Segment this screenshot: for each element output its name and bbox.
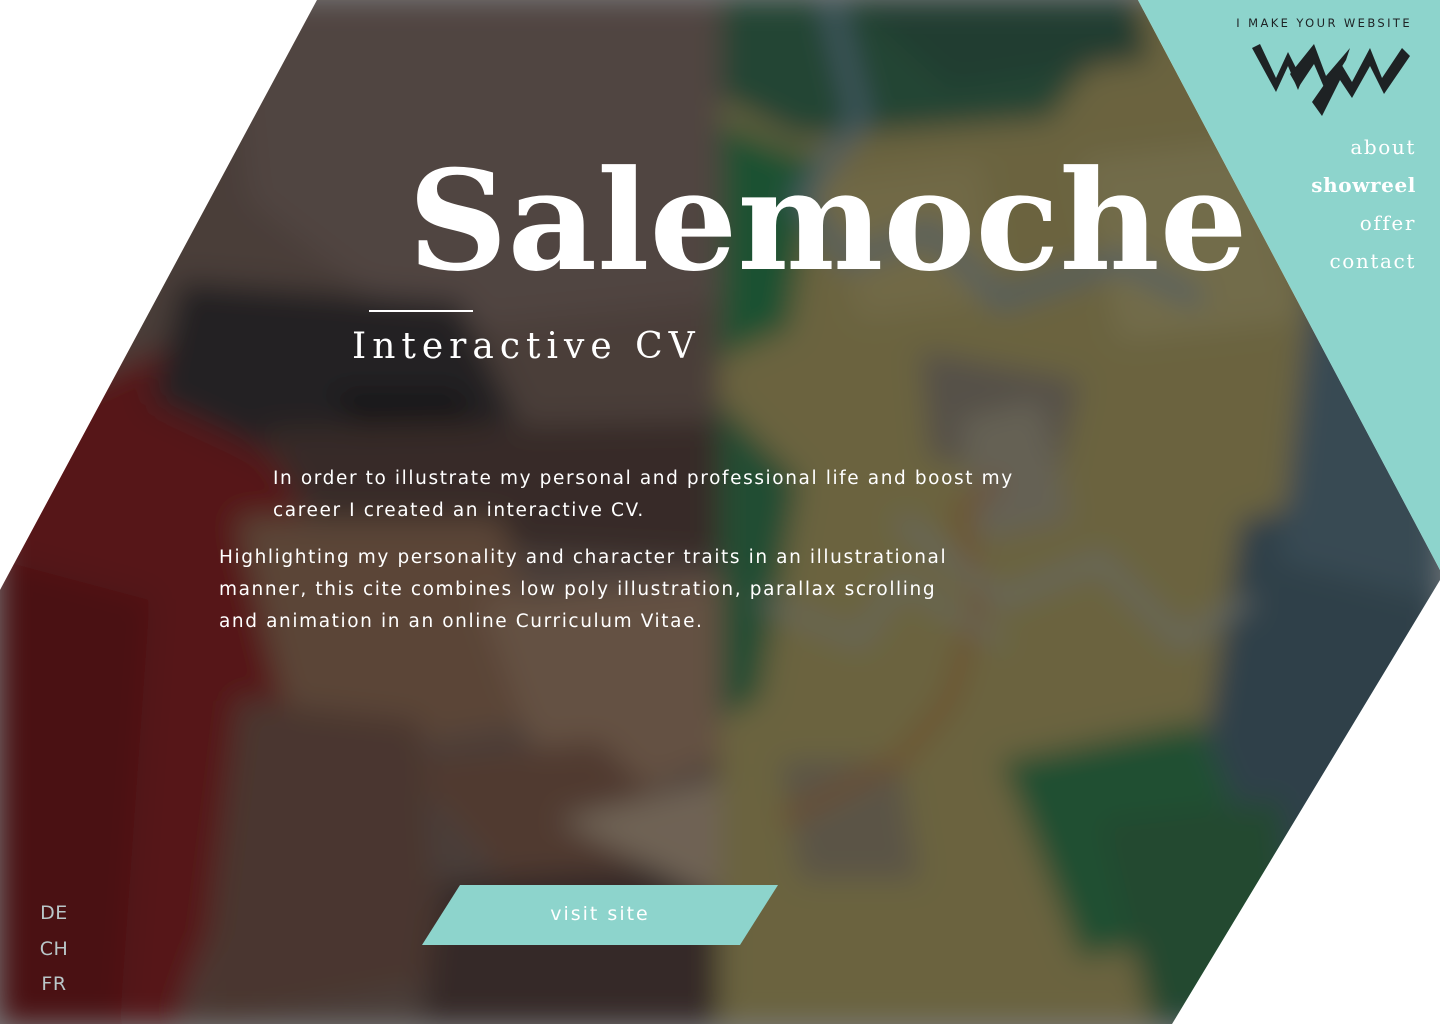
- description-paragraph: Highlighting my personality and characte…: [219, 547, 948, 632]
- nav-item-contact[interactable]: contact: [1311, 242, 1416, 280]
- language-option-de[interactable]: DE: [24, 896, 84, 932]
- visit-site-button[interactable]: visit site: [422, 885, 778, 945]
- nav-item-offer[interactable]: offer: [1311, 204, 1416, 242]
- main-nav: about showreel offer contact: [1311, 128, 1416, 280]
- brand-tagline: I MAKE YOUR WEBSITE: [1236, 16, 1412, 30]
- brand-block: I MAKE YOUR WEBSITE: [1212, 16, 1412, 120]
- imyw-zigzag-logo-icon[interactable]: [1252, 40, 1412, 120]
- language-option-fr[interactable]: FR: [24, 967, 84, 1003]
- page-title: Salemoche: [408, 139, 1248, 302]
- intro-paragraph: In order to illustrate my personal and p…: [273, 468, 1014, 521]
- nav-item-showreel[interactable]: showreel: [1311, 166, 1416, 204]
- language-option-ch[interactable]: CH: [24, 932, 84, 968]
- language-switcher: DE CH FR: [24, 896, 84, 1003]
- nav-item-about[interactable]: about: [1311, 128, 1416, 166]
- title-divider: [369, 310, 473, 312]
- visit-site-label: visit site: [550, 903, 650, 925]
- page-subtitle: Interactive CV: [352, 326, 701, 367]
